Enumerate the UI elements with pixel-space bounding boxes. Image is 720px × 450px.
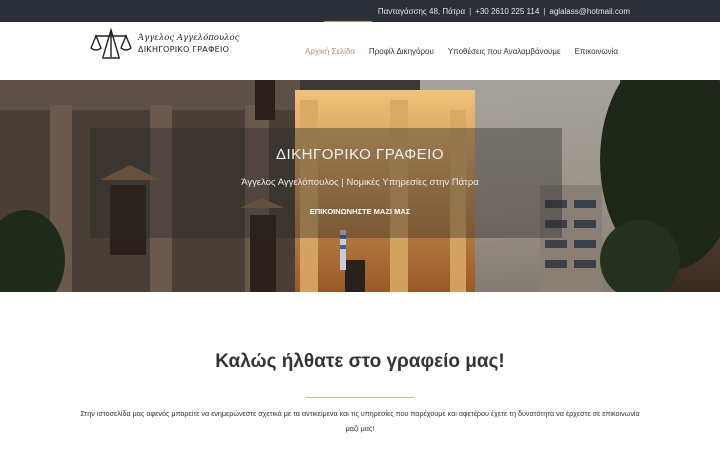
welcome-text: Στην ιστοσελίδα μας αφενός μπορείτε να ε… [80,409,640,433]
contact-us-button[interactable]: ΕΠΙΚΟΙΝΩΝΗΣΤΕ ΜΑΖΙ ΜΑΣ [300,207,420,216]
phone-link[interactable]: +30 2610 225 114 [475,7,539,16]
site-header: Άγγελος Αγγελόπουλος ΔΙΚΗΓΟΡΙΚΟ ΓΡΑΦΕΙΟ … [0,22,720,80]
email-link[interactable]: aglalass@hotmail.com [549,7,630,16]
hero-banner: ΔΙΚΗΓΟΡΙΚΟ ΓΡΑΦΕΙΟ Άγγελος Αγγελόπουλος … [0,80,720,292]
address-text: Πανταγάσσης 48, Πάτρα [377,6,466,16]
main-nav: Αρχική Σελίδα Προφίλ Δικηγόρου Υποθέσεις… [305,47,618,56]
scales-logo-icon [90,27,132,59]
hero-subtitle: Άγγελος Αγγελόπουλος | Νομικές Υπηρεσίες… [241,177,479,188]
nav-item-contact[interactable]: Επικοινωνία [575,47,618,56]
separator: | [543,6,546,16]
nav-item-home[interactable]: Αρχική Σελίδα [305,47,355,56]
nav-item-profile[interactable]: Προφίλ Δικηγόρου [369,47,434,56]
top-contact-bar: Πανταγάσσης 48, Πάτρα | +30 2610 225 114… [0,0,720,23]
hero-title: ΔΙΚΗΓΟΡΙΚΟ ΓΡΑΦΕΙΟ [275,146,445,163]
logo-name: Άγγελος Αγγελόπουλος [138,33,240,43]
logo-subtitle: ΔΙΚΗΓΟΡΙΚΟ ΓΡΑΦΕΙΟ [138,45,230,54]
nav-item-cases[interactable]: Υποθέσεις που Αναλαμβάνουμε [448,47,561,56]
site-logo[interactable]: Άγγελος Αγγελόπουλος ΔΙΚΗΓΟΡΙΚΟ ΓΡΑΦΕΙΟ [90,26,239,62]
welcome-divider [306,397,414,398]
separator: | [469,6,472,16]
welcome-title: Καλώς ήλθατε στο γραφείο μας! [215,351,505,372]
